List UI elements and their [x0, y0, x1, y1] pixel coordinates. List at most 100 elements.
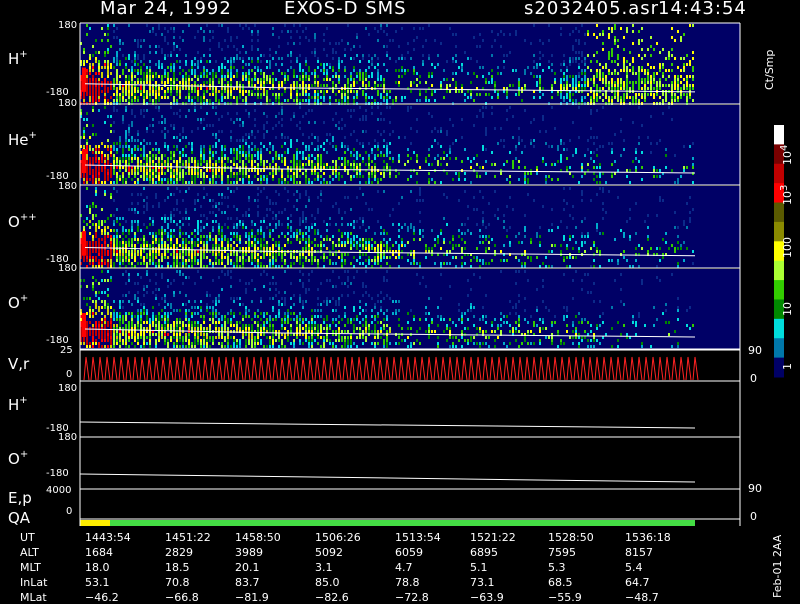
spectrogram-cell [623, 36, 625, 39]
spectrogram-cell [191, 238, 193, 241]
spectrogram-cell [227, 93, 229, 96]
spectrogram-cell [113, 60, 115, 63]
spectrogram-cell [251, 157, 253, 160]
spectrogram-cell [164, 136, 166, 139]
spectrogram-cell [323, 148, 325, 151]
spectrogram-cell [641, 69, 643, 72]
spectrogram-cell [608, 99, 610, 102]
spectrogram-cell [464, 99, 466, 102]
spectrogram-cell [377, 178, 379, 181]
spectrogram-cell [593, 151, 595, 154]
spectrogram-cell [440, 247, 442, 250]
spectrogram-cell [398, 154, 400, 157]
spectrogram-cell [323, 72, 325, 75]
spectrogram-cell [659, 139, 661, 142]
spectrogram-cell [242, 223, 244, 226]
spectrogram-cell [386, 106, 388, 109]
spectrogram-cell [575, 27, 577, 30]
spectrogram-cell [182, 169, 184, 172]
spectrogram-cell [272, 148, 274, 151]
spectrogram-cell [290, 160, 292, 163]
spectrogram-cell [278, 57, 280, 60]
spectrogram-cell [302, 72, 304, 75]
spectrogram-cell [365, 241, 367, 244]
spectrogram-cell [248, 232, 250, 235]
spectrogram-cell [329, 42, 331, 45]
spectrogram-cell [137, 57, 139, 60]
spectrogram-cell [353, 220, 355, 223]
spectrogram-cell [395, 69, 397, 72]
spectrogram-cell [572, 60, 574, 63]
spectrogram-cell [575, 60, 577, 63]
spectrogram-cell [311, 241, 313, 244]
spectrogram-cell [581, 99, 583, 102]
spectrogram-cell [98, 72, 100, 75]
spectrogram-cell [386, 54, 388, 57]
spectrogram-cell [143, 241, 145, 244]
spectrogram-cell [302, 163, 304, 166]
spectrogram-cell [365, 253, 367, 256]
spectrogram-cell [350, 78, 352, 81]
spectrogram-cell [104, 175, 106, 178]
spectrogram-cell [98, 175, 100, 178]
spectrogram-cell [230, 96, 232, 99]
spectrogram-cell [125, 160, 127, 163]
spectrogram-cell [113, 214, 115, 217]
spectrogram-cell [128, 166, 130, 169]
spectrogram-cell [338, 127, 340, 130]
spectrogram-cell [167, 256, 169, 259]
spectrogram-cell [188, 172, 190, 175]
spectrogram-cell [200, 154, 202, 157]
spectrogram-cell [689, 63, 691, 66]
spectrogram-cell [602, 232, 604, 235]
spectrogram-cell [191, 262, 193, 265]
spectrogram-cell [599, 175, 601, 178]
spectrogram-cell [101, 229, 103, 232]
spectrogram-cell [464, 232, 466, 235]
spectrogram-cell [137, 241, 139, 244]
spectrogram-cell [155, 172, 157, 175]
spectrogram-cell [356, 54, 358, 57]
spectrogram-cell [86, 72, 88, 75]
spectrogram-cell [167, 232, 169, 235]
spectrogram-cell [293, 172, 295, 175]
spectrogram-cell [518, 160, 520, 163]
spectrogram-cell [692, 142, 694, 145]
spectrogram-cell [251, 78, 253, 81]
spectrogram-cell [245, 51, 247, 54]
spectrogram-cell [632, 121, 634, 124]
spectrogram-cell [236, 172, 238, 175]
spectrogram-cell [512, 163, 514, 166]
spectrogram-cell [110, 181, 112, 184]
spectrogram-cell [164, 178, 166, 181]
spectrogram-cell [248, 214, 250, 217]
spectrogram-cell [374, 259, 376, 262]
spectrogram-cell [449, 262, 451, 265]
spectrogram-cell [263, 256, 265, 259]
spectrogram-cell [209, 154, 211, 157]
spectrogram-cell [161, 217, 163, 220]
spectrogram-cell [491, 106, 493, 109]
spectrogram-cell [128, 259, 130, 262]
spectrogram-cell [218, 226, 220, 229]
spectrogram-cell [89, 93, 91, 96]
spectrogram-cell [188, 256, 190, 259]
spectrogram-cell [179, 139, 181, 142]
spectrogram-cell [482, 259, 484, 262]
spectrogram-cell [305, 99, 307, 102]
spectrogram-cell [194, 96, 196, 99]
spectrogram-cell [176, 112, 178, 115]
spectrogram-cell [242, 66, 244, 69]
spectrogram-cell [320, 157, 322, 160]
spectrogram-cell [155, 163, 157, 166]
spectrogram-cell [116, 241, 118, 244]
spectrogram-cell [239, 145, 241, 148]
spectrogram-cell [164, 69, 166, 72]
spectrogram-cell [254, 78, 256, 81]
spectrogram-cell [89, 256, 91, 259]
spectrogram-cell [116, 75, 118, 78]
spectrogram-cell [131, 172, 133, 175]
spectrogram-cell [614, 133, 616, 136]
spectrogram-cell [134, 90, 136, 93]
spectrogram-cell [185, 262, 187, 265]
